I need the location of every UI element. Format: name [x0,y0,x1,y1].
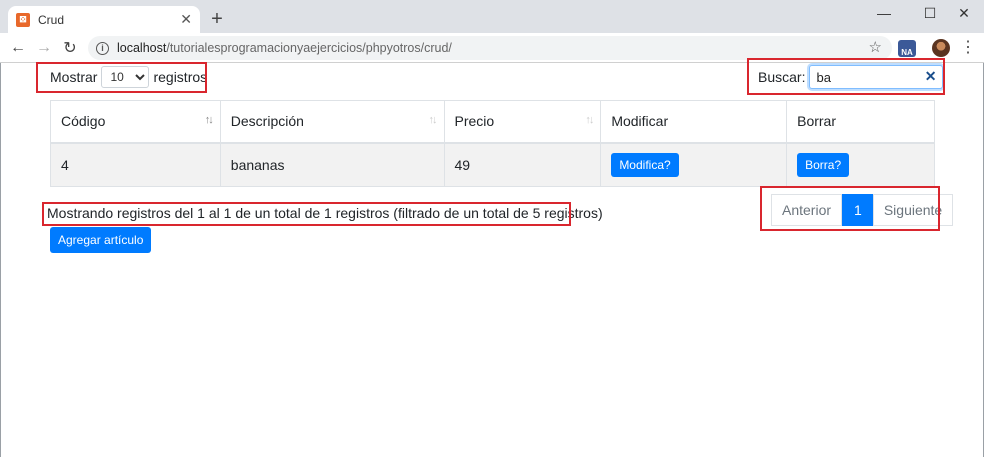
modify-button[interactable]: Modifica? [611,152,679,177]
cell-codigo: 4 [50,142,221,187]
header-codigo[interactable]: Código ↑↓ [50,100,221,144]
highlight-box-pagination [760,186,940,231]
table-header-row: Código ↑↓ Descripción ↑↓ Precio ↑↓ Modifica… [50,100,935,144]
bookmark-star-icon[interactable]: ☆ [869,38,882,56]
forward-icon[interactable]: → [34,38,54,58]
sort-asc-icon[interactable]: ↑↓ [205,114,214,126]
highlight-box-length [36,62,207,93]
menu-dots-icon[interactable]: ⋮ [960,37,976,57]
cell-precio: 49 [443,142,602,187]
add-article-button[interactable]: Agregar artículo [50,227,152,253]
back-icon[interactable]: ← [8,38,28,58]
extension-icon[interactable]: NA [898,40,916,57]
cell-descripcion: bananas [219,142,445,187]
browser-titlebar: ⊠ Crud ✕ + — ☐ ✕ [0,0,984,33]
sort-icon[interactable]: ↑↓ [585,114,594,126]
highlight-box-info [42,202,571,226]
header-descripcion[interactable]: Descripción ↑↓ [219,100,445,144]
reload-icon[interactable]: ↻ [60,38,80,58]
tab-title: Crud [38,12,65,27]
minimize-icon[interactable]: — [864,2,904,24]
url-text: localhost/tutorialesprogramacionyaejerci… [117,41,452,55]
info-icon[interactable]: i [96,41,109,55]
cell-modificar: Modifica? [600,142,788,187]
delete-button[interactable]: Borra? [797,152,850,177]
header-modificar: Modificar [600,100,788,144]
header-borrar: Borrar [786,100,935,144]
close-window-icon[interactable]: ✕ [944,2,984,24]
new-tab-icon[interactable]: + [207,8,227,30]
address-bar[interactable]: i localhost/tutorialesprogramacionyaejer… [88,36,892,60]
browser-tab[interactable]: ⊠ Crud ✕ [8,6,200,33]
table-row: 4 bananas 49 Modifica? Borra? [50,142,935,187]
xampp-icon: ⊠ [16,12,30,27]
highlight-box-search [747,58,945,95]
data-table: Código ↑↓ Descripción ↑↓ Precio ↑↓ Modifica… [50,100,935,187]
profile-avatar[interactable] [932,39,950,57]
tab-close-icon[interactable]: ✕ [180,11,192,28]
cell-borrar: Borra? [786,142,935,187]
sort-icon[interactable]: ↑↓ [429,114,438,126]
header-precio[interactable]: Precio ↑↓ [443,100,602,144]
page-content: Mostrar 10 registros Buscar: ✕ Código↑↓ … [0,58,984,457]
